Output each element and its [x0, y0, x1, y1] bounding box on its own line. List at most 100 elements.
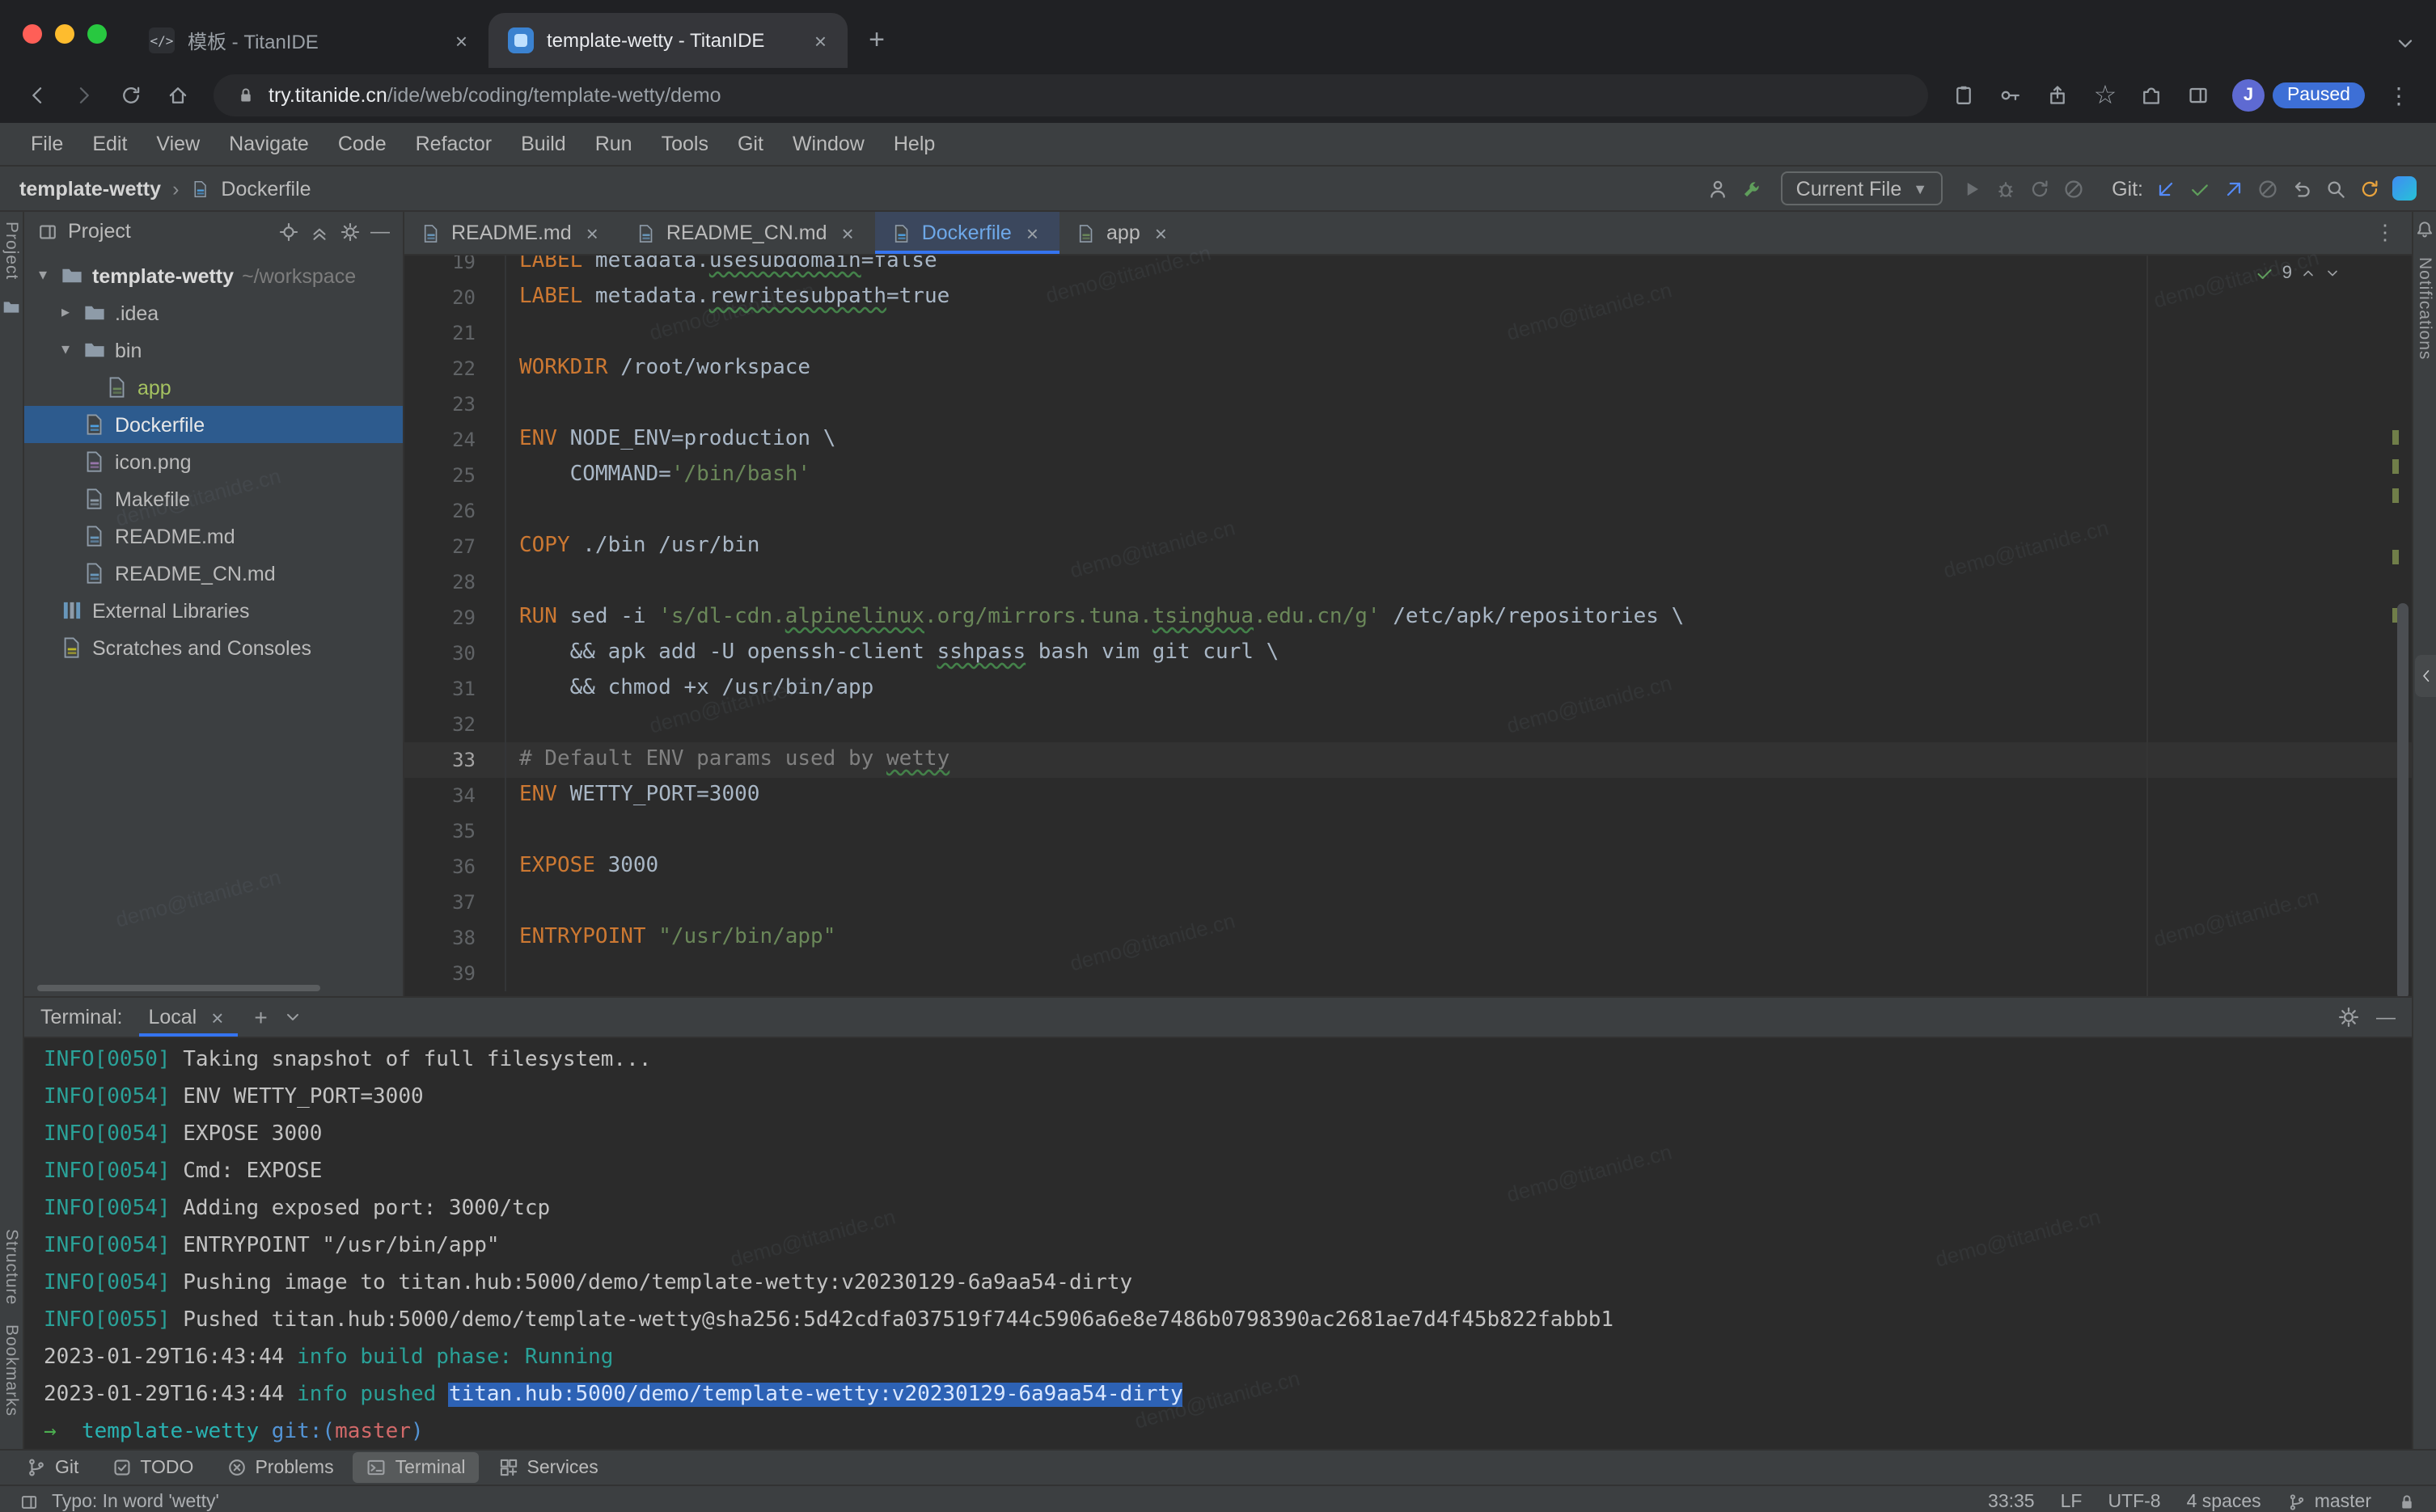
- chevron-down-icon[interactable]: ▾: [34, 267, 52, 285]
- git-rollback-icon[interactable]: [2256, 177, 2279, 200]
- collapse-all-icon[interactable]: [309, 221, 330, 242]
- code-line-37[interactable]: 37: [404, 885, 2412, 920]
- stripe-mark[interactable]: [2392, 459, 2399, 474]
- bookmark-star-icon[interactable]: ☆: [2085, 75, 2125, 116]
- tool-button-terminal[interactable]: Terminal: [353, 1452, 479, 1483]
- menu-view[interactable]: View: [142, 133, 214, 155]
- editor-tab-readme-cn-md[interactable]: README_CN.md×: [620, 212, 875, 254]
- menu-run[interactable]: Run: [581, 133, 647, 155]
- home-button[interactable]: [157, 75, 197, 116]
- indent-setting[interactable]: 4 spaces: [2187, 1493, 2261, 1512]
- close-icon[interactable]: ×: [837, 221, 859, 245]
- write-lock-icon[interactable]: [2397, 1493, 2417, 1512]
- minimize-window-button[interactable]: [55, 24, 74, 44]
- code-line-38[interactable]: 38ENTRYPOINT "/usr/bin/app": [404, 920, 2412, 956]
- browser-tab-template-wetty[interactable]: template-wetty - TitanIDE ×: [488, 13, 848, 68]
- tool-stripe-bookmarks[interactable]: Bookmarks: [2, 1324, 21, 1417]
- rerun-button[interactable]: [2028, 177, 2050, 200]
- tab-search-icon[interactable]: [2394, 32, 2417, 55]
- tool-button-git[interactable]: Git: [13, 1452, 91, 1483]
- tool-stripe-project[interactable]: Project: [2, 222, 21, 280]
- tab-options-icon[interactable]: ⋮: [2358, 212, 2412, 254]
- stripe-mark[interactable]: [2392, 550, 2399, 564]
- ide-update-icon[interactable]: [2358, 177, 2381, 200]
- breadcrumb-project[interactable]: template-wetty: [19, 177, 161, 200]
- next-problem-icon[interactable]: [2324, 265, 2341, 281]
- code-line-27[interactable]: 27COPY ./bin /usr/bin: [404, 529, 2412, 564]
- build-tools-icon[interactable]: [1741, 177, 1764, 200]
- stripe-mark[interactable]: [2392, 430, 2399, 445]
- menu-file[interactable]: File: [16, 133, 78, 155]
- tree-item-dockerfile[interactable]: Dockerfile: [24, 406, 403, 443]
- code-line-25[interactable]: 25 COMMAND='/bin/bash': [404, 458, 2412, 493]
- close-window-button[interactable]: [23, 24, 42, 44]
- code-line-20[interactable]: 20LABEL metadata.rewritesubpath=true: [404, 280, 2412, 315]
- tree-item-app[interactable]: app: [24, 369, 403, 406]
- tree-item-readme-md[interactable]: README.md: [24, 517, 403, 555]
- chevron-down-icon[interactable]: ▾: [57, 341, 74, 359]
- tool-stripe-notifications[interactable]: Notifications: [2415, 257, 2434, 360]
- extensions-puzzle-icon[interactable]: [2132, 75, 2172, 116]
- inspections-widget[interactable]: 9: [2255, 264, 2341, 283]
- side-panel-icon[interactable]: [2179, 75, 2219, 116]
- menu-refactor[interactable]: Refactor: [401, 133, 507, 155]
- git-branch[interactable]: master: [2287, 1493, 2371, 1512]
- caret-position[interactable]: 33:35: [1988, 1493, 2035, 1512]
- sync-paused-badge[interactable]: Paused: [2273, 82, 2365, 108]
- hide-panel-icon[interactable]: —: [370, 220, 390, 243]
- code-line-34[interactable]: 34ENV WETTY_PORT=3000: [404, 778, 2412, 813]
- select-opened-file-icon[interactable]: [278, 221, 299, 242]
- new-tab-button[interactable]: +: [854, 18, 899, 63]
- stop-button[interactable]: [2062, 177, 2084, 200]
- menu-build[interactable]: Build: [506, 133, 581, 155]
- close-icon[interactable]: ×: [810, 28, 831, 53]
- file-encoding[interactable]: UTF-8: [2108, 1493, 2160, 1512]
- close-icon[interactable]: ×: [450, 28, 472, 53]
- tool-stripe-structure[interactable]: Structure: [2, 1229, 21, 1305]
- git-commit-icon[interactable]: [2189, 177, 2211, 200]
- browser-menu-icon[interactable]: ⋮: [2378, 82, 2420, 109]
- line-ending[interactable]: LF: [2061, 1493, 2083, 1512]
- tool-button-services[interactable]: Services: [485, 1452, 611, 1483]
- code-line-24[interactable]: 24ENV NODE_ENV=production \: [404, 422, 2412, 458]
- zoom-window-button[interactable]: [87, 24, 107, 44]
- terminal-settings-icon[interactable]: [2337, 1006, 2360, 1028]
- run-button[interactable]: [1960, 177, 1982, 200]
- editor-tab-app[interactable]: app×: [1059, 212, 1188, 254]
- git-update-icon[interactable]: [2155, 177, 2177, 200]
- menu-edit[interactable]: Edit: [78, 133, 142, 155]
- menu-git[interactable]: Git: [723, 133, 778, 155]
- terminal-tab-local[interactable]: Local ×: [138, 998, 238, 1037]
- code-line-28[interactable]: 28: [404, 564, 2412, 600]
- tree-item--idea[interactable]: ▸.idea: [24, 294, 403, 332]
- titanide-badge-icon[interactable]: [2392, 176, 2417, 201]
- tree-horizontal-scrollbar[interactable]: [37, 985, 320, 991]
- breadcrumb-file[interactable]: Dockerfile: [221, 177, 311, 200]
- history-icon[interactable]: [2290, 177, 2313, 200]
- code-line-32[interactable]: 32: [404, 707, 2412, 742]
- tree-item-readme-cn-md[interactable]: README_CN.md: [24, 555, 403, 592]
- code-line-22[interactable]: 22WORKDIR /root/workspace: [404, 351, 2412, 386]
- terminal-output[interactable]: INFO[0050] Taking snapshot of full files…: [24, 1038, 2412, 1449]
- code-line-29[interactable]: 29RUN sed -i 's/dl-cdn.alpinelinux.org/m…: [404, 600, 2412, 636]
- share-icon[interactable]: [2038, 75, 2079, 116]
- code-line-36[interactable]: 36EXPOSE 3000: [404, 849, 2412, 885]
- chevron-right-icon[interactable]: ▸: [57, 304, 74, 322]
- menu-code[interactable]: Code: [324, 133, 401, 155]
- code-line-33[interactable]: 33# Default ENV params used by wetty: [404, 742, 2412, 778]
- close-icon[interactable]: ×: [206, 1005, 228, 1029]
- editor-tab-readme-md[interactable]: README.md×: [404, 212, 620, 254]
- code-line-26[interactable]: 26: [404, 493, 2412, 529]
- code-with-me-icon[interactable]: [1707, 177, 1730, 200]
- tree-item-external-libraries[interactable]: External Libraries: [24, 592, 403, 629]
- tool-button-problems[interactable]: Problems: [213, 1452, 346, 1483]
- browser-tab-template[interactable]: </> 模板 - TitanIDE ×: [129, 13, 488, 68]
- back-button[interactable]: [16, 75, 57, 116]
- code-line-30[interactable]: 30 && apk add -U openssh-client sshpass …: [404, 636, 2412, 671]
- profile-chip[interactable]: J Paused: [2232, 79, 2365, 112]
- code-line-35[interactable]: 35: [404, 813, 2412, 849]
- code-line-39[interactable]: 39: [404, 956, 2412, 991]
- tree-item-template-wetty[interactable]: ▾template-wetty ~/workspace: [24, 257, 403, 294]
- tree-item-scratches-and-consoles[interactable]: Scratches and Consoles: [24, 629, 403, 666]
- menu-window[interactable]: Window: [778, 133, 879, 155]
